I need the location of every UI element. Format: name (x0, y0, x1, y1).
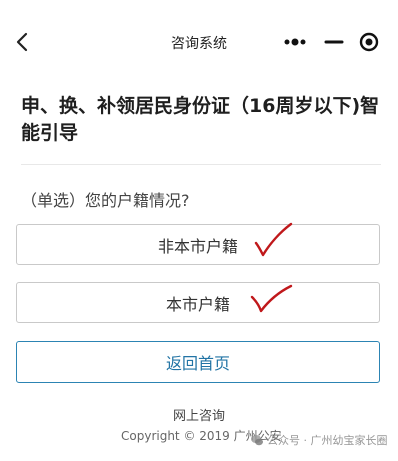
return-home-button[interactable]: 返回首页 (16, 341, 380, 383)
online-consult-link[interactable]: 网上咨询 (0, 405, 398, 424)
more-button[interactable] (282, 34, 308, 50)
watermark-text: 公众号 · 广州幼宝家长圈 (267, 434, 388, 447)
close-button[interactable] (358, 31, 380, 53)
more-dots-icon (284, 38, 306, 46)
question-text: （单选）您的户籍情况? (21, 191, 190, 210)
target-circle-icon (359, 32, 379, 52)
checkmark-icon (254, 222, 293, 257)
return-home-label: 返回首页 (165, 354, 230, 373)
option-label: 非本市户籍 (157, 236, 238, 256)
wechat-icon (251, 435, 263, 446)
option-non-local-household[interactable]: 非本市户籍 (16, 224, 380, 265)
checkmark-icon (250, 284, 293, 313)
divider (21, 164, 381, 165)
minus-icon (324, 40, 344, 44)
page-title: 申、换、补领居民身份证（16周岁以下)智能引导 (21, 95, 380, 144)
minimize-button[interactable] (323, 34, 345, 50)
option-label: 本市户籍 (165, 294, 230, 314)
option-local-household[interactable]: 本市户籍 (16, 282, 380, 323)
watermark: 公众号 · 广州幼宝家长圈 (250, 432, 388, 448)
